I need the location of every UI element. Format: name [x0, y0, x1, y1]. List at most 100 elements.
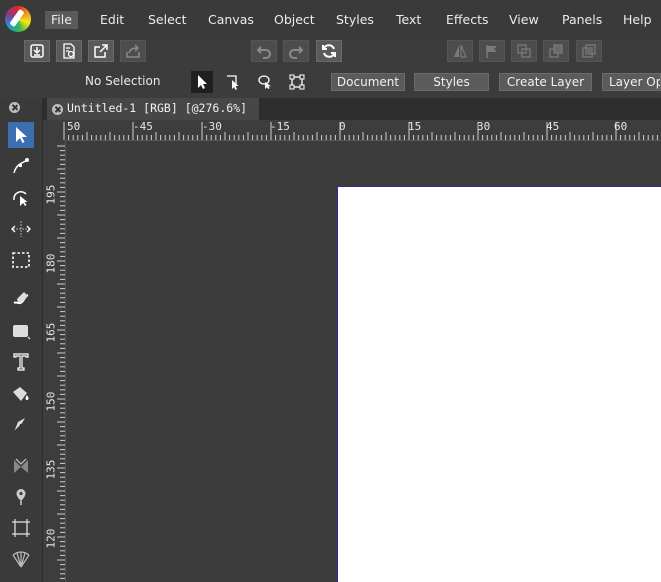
paint-bucket-icon: [13, 387, 29, 401]
menu-panels[interactable]: Panels: [556, 11, 608, 29]
open-external-icon: [94, 44, 108, 58]
redo-icon: [289, 46, 304, 59]
document-tab-title: Untitled-1 [RGB] [@276.6%]: [67, 101, 248, 115]
close-icon[interactable]: [9, 102, 20, 113]
redo-button[interactable]: [283, 40, 309, 62]
tools-panel: [0, 98, 43, 582]
pen-nib-icon: [13, 418, 25, 433]
close-tab-icon[interactable]: [52, 104, 63, 115]
rectangle-shape-icon: [13, 325, 31, 340]
document-tab-bar: Untitled-1 [RGB] [@276.6%]: [43, 98, 661, 120]
menu-file[interactable]: File: [45, 11, 78, 29]
select-tool-option[interactable]: [191, 71, 213, 93]
ruler-label: 150: [44, 391, 58, 412]
document-tab[interactable]: Untitled-1 [RGB] [@276.6%]: [47, 98, 259, 120]
menu-bar: File Edit Select Canvas Object Styles Te…: [0, 0, 661, 40]
subselect-pointer-icon: [227, 75, 239, 90]
ruler-label: -30: [202, 120, 222, 133]
node-tool[interactable]: [8, 153, 34, 179]
menu-help[interactable]: Help: [617, 11, 658, 29]
lasso-icon: [258, 75, 271, 89]
ruler-label: 30: [477, 120, 491, 133]
menu-object[interactable]: Object: [268, 11, 321, 29]
refresh-button[interactable]: [316, 40, 342, 62]
flag-button[interactable]: [479, 40, 505, 62]
node-edit-icon: [13, 158, 29, 174]
pen-tool[interactable]: [8, 412, 34, 438]
curve-select-tool[interactable]: [8, 185, 34, 211]
boolean-intersect-button[interactable]: [576, 40, 602, 62]
select-tool[interactable]: [8, 122, 34, 148]
align-left-icon: [454, 44, 467, 58]
rectangle-tool[interactable]: [8, 318, 34, 344]
export-settings-button[interactable]: [56, 40, 82, 62]
import-button[interactable]: [24, 40, 50, 62]
lasso-select-option[interactable]: [254, 71, 276, 93]
styles-button[interactable]: Styles: [414, 73, 489, 91]
location-pin-tool[interactable]: [8, 484, 34, 510]
perspective-tool[interactable]: [8, 546, 34, 572]
undo-icon: [256, 46, 271, 59]
map-pin-icon: [16, 489, 26, 505]
marquee-select-icon: [12, 252, 30, 268]
boolean-union-icon: [517, 44, 531, 58]
text-icon: [13, 353, 29, 371]
ruler-label: 120: [44, 528, 58, 549]
ruler-label: -45: [133, 120, 153, 133]
flag-icon: [486, 45, 497, 58]
vertical-ruler[interactable]: 195 180 165 150 135 120: [43, 140, 66, 582]
selection-status: No Selection: [85, 74, 161, 88]
import-icon: [30, 44, 44, 58]
export-settings-icon: [63, 43, 75, 59]
arrow-pointer-icon: [16, 127, 27, 143]
menu-select[interactable]: Select: [142, 11, 193, 29]
shape-fill-tool[interactable]: [8, 381, 34, 407]
document-button[interactable]: Document: [331, 73, 405, 91]
fan-grid-icon: [12, 551, 30, 568]
boolean-union-button[interactable]: [511, 40, 537, 62]
undo-button[interactable]: [251, 40, 277, 62]
artboard-icon: [12, 519, 30, 537]
brush-icon: [13, 292, 29, 305]
ruler-label: 60: [614, 120, 628, 133]
boolean-subtract-icon: [549, 44, 563, 58]
ruler-label: 15: [408, 120, 422, 133]
menu-view[interactable]: View: [503, 11, 545, 29]
subselect-tool-option[interactable]: [222, 71, 244, 93]
ruler-label: 135: [44, 459, 58, 480]
open-external-button[interactable]: [88, 40, 114, 62]
ruler-label: 45: [546, 120, 560, 133]
arrow-pointer-icon: [198, 75, 207, 89]
ruler-label: -15: [270, 120, 290, 133]
guide-tool[interactable]: [8, 216, 34, 242]
marquee-tool[interactable]: [8, 247, 34, 273]
horizontal-ruler[interactable]: 50 -45 -30 -15 0 15 30 45 60: [43, 120, 661, 141]
share-icon: [126, 44, 140, 58]
transform-select-option[interactable]: [286, 71, 308, 93]
share-button[interactable]: [120, 40, 146, 62]
menu-effects[interactable]: Effects: [440, 11, 495, 29]
boolean-subtract-button[interactable]: [543, 40, 569, 62]
ruler-label: 0: [339, 120, 346, 133]
symbol-tool[interactable]: [8, 453, 34, 479]
create-layer-button[interactable]: Create Layer: [499, 73, 592, 91]
guide-align-icon: [11, 221, 31, 237]
refresh-icon: [322, 44, 336, 58]
brush-tool[interactable]: [8, 286, 34, 312]
ruler-label: 195: [44, 184, 58, 205]
text-tool[interactable]: [8, 349, 34, 375]
symbol-sprayer-icon: [14, 458, 28, 473]
menu-edit[interactable]: Edit: [94, 11, 130, 29]
align-button[interactable]: [447, 40, 473, 62]
artboard[interactable]: [337, 186, 661, 582]
boolean-intersect-icon: [582, 44, 596, 58]
menu-canvas[interactable]: Canvas: [202, 11, 260, 29]
artboard-tool[interactable]: [8, 515, 34, 541]
menu-styles[interactable]: Styles: [330, 11, 380, 29]
layer-options-button[interactable]: Layer Options: [602, 73, 661, 91]
ruler-label: 180: [44, 253, 58, 274]
transform-box-icon: [289, 74, 305, 90]
menu-text[interactable]: Text: [390, 11, 427, 29]
ruler-label: 165: [44, 322, 58, 343]
app-logo-icon[interactable]: [5, 6, 31, 32]
